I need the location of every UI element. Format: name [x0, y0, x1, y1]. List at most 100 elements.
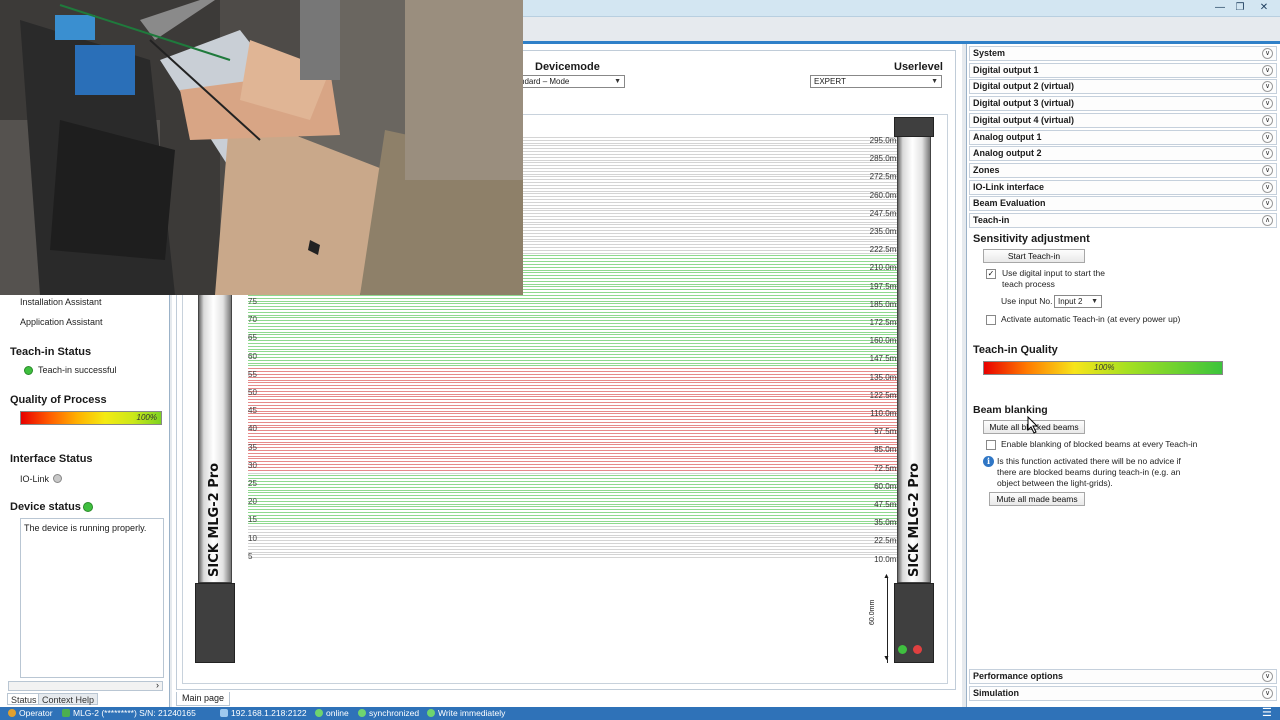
- application-assistant-link[interactable]: Application Assistant: [20, 317, 103, 327]
- chevron-down-icon[interactable]: ∨: [1262, 64, 1273, 76]
- chevron-down-icon[interactable]: ∨: [1262, 198, 1273, 210]
- info-icon: i: [983, 456, 994, 467]
- beam-line: [248, 435, 904, 437]
- status-user-text: Operator: [19, 708, 53, 718]
- beam-line: [248, 500, 904, 502]
- input-number-select[interactable]: Input 2 ▼: [1054, 295, 1102, 308]
- beam-line: [248, 466, 904, 468]
- section-analog-output-1[interactable]: Analog output 1 ∨: [969, 129, 1277, 145]
- beam-line: [248, 348, 904, 350]
- section-label: Digital output 1: [973, 64, 1039, 75]
- beam-line: [248, 371, 904, 373]
- beam-height-label: 35.0mm: [874, 518, 903, 528]
- minimize-icon[interactable]: —: [1213, 2, 1227, 14]
- beam-line: [248, 461, 904, 463]
- tab-context-help[interactable]: Context Help: [38, 693, 99, 705]
- chevron-down-icon[interactable]: ∨: [1262, 98, 1273, 110]
- enable-blanking-checkbox[interactable]: [986, 440, 996, 450]
- teachin-quality-value: 100%: [1094, 363, 1115, 372]
- tab-main-page[interactable]: Main page: [176, 692, 231, 706]
- section-system[interactable]: System ∨: [969, 46, 1277, 61]
- beam-line: [248, 548, 904, 550]
- installation-assistant-link[interactable]: Installation Assistant: [20, 297, 102, 307]
- restore-icon[interactable]: ❐: [1233, 2, 1247, 14]
- section-teach-in[interactable]: Teach-in ∧: [969, 213, 1277, 228]
- beam-height-label: 135.0mm: [869, 372, 903, 382]
- chevron-right-icon[interactable]: ›: [156, 680, 159, 690]
- chevron-down-icon[interactable]: ∨: [1262, 688, 1273, 699]
- section-label: System: [973, 48, 1006, 58]
- beam-number: 50: [248, 388, 257, 397]
- beam-blanking-title: Beam blanking: [973, 404, 1048, 416]
- section-simulation[interactable]: Simulation ∨: [969, 686, 1277, 701]
- chevron-down-icon[interactable]: ∨: [1262, 164, 1273, 176]
- beam-height-label: 222.5mm: [869, 245, 903, 255]
- beam-line: [248, 410, 904, 412]
- beam-line: [248, 489, 904, 491]
- close-icon[interactable]: ✕: [1257, 2, 1271, 14]
- device-status-message: The device is running properly.: [20, 518, 164, 678]
- beam-line: [248, 438, 904, 440]
- beam-number: 15: [248, 515, 257, 525]
- beam-line: [248, 340, 904, 342]
- status-address-text: 192.168.1.218:2122: [231, 708, 307, 718]
- beam-number: 55: [248, 369, 257, 379]
- beam-line: [248, 303, 904, 305]
- chevron-up-icon[interactable]: ∧: [1262, 215, 1273, 226]
- beam-line: [248, 450, 904, 452]
- chevron-down-icon[interactable]: ∨: [1262, 148, 1273, 160]
- chevron-down-icon: ▼: [931, 78, 938, 85]
- receiver-status-led-icon: [898, 645, 907, 654]
- status-online-text: online: [326, 708, 349, 718]
- teachin-quality-bar: 100%: [983, 361, 1223, 375]
- beam-line: [248, 492, 904, 494]
- beam-line: [248, 421, 904, 423]
- write-icon: [427, 709, 435, 717]
- section-performance-options[interactable]: Performance options ∨: [969, 669, 1277, 684]
- menu-icon[interactable]: ☰: [1262, 707, 1272, 720]
- beam-line: [248, 320, 904, 322]
- dimension-line: [887, 578, 888, 663]
- beam-height-label: 122.5mm: [869, 390, 903, 400]
- beam-line: [248, 309, 904, 311]
- use-digital-input-checkbox[interactable]: ✓: [986, 269, 996, 279]
- receiver-pole-top: [894, 117, 934, 137]
- left-panel-scrollbar[interactable]: ›: [8, 680, 163, 691]
- start-teachin-button[interactable]: Start Teach-in: [983, 249, 1085, 263]
- section-beam-evaluation[interactable]: Beam Evaluation ∨: [969, 196, 1277, 212]
- section-digital-output-2-virtual[interactable]: Digital output 2 (virtual) ∨: [969, 79, 1277, 95]
- section-io-link-interface[interactable]: IO-Link interface ∨: [969, 179, 1277, 195]
- beam-height-label: 247.5mm: [869, 208, 903, 218]
- section-digital-output-3-virtual[interactable]: Digital output 3 (virtual) ∨: [969, 96, 1277, 112]
- section-zones[interactable]: Zones ∨: [969, 162, 1277, 178]
- chevron-down-icon[interactable]: ∨: [1262, 131, 1273, 143]
- chevron-down-icon: ▼: [1091, 298, 1098, 305]
- beam-line: [248, 334, 904, 336]
- beam-line: [248, 540, 904, 542]
- chevron-down-icon[interactable]: ∨: [1262, 181, 1273, 193]
- auto-teachin-checkbox[interactable]: [986, 315, 996, 325]
- chevron-down-icon[interactable]: ∨: [1262, 671, 1273, 682]
- beam-line: [248, 356, 904, 358]
- beam-number: 35: [248, 442, 257, 452]
- section-digital-output-4-virtual[interactable]: Digital output 4 (virtual) ∨: [969, 112, 1277, 128]
- chevron-down-icon[interactable]: ∨: [1262, 114, 1273, 126]
- tab-status[interactable]: Status: [7, 693, 41, 705]
- beam-line: [248, 495, 904, 497]
- userlevel-select[interactable]: EXPERT ▼: [810, 75, 942, 88]
- section-label: Analog output 1: [973, 131, 1042, 142]
- section-analog-output-2[interactable]: Analog output 2 ∨: [969, 146, 1277, 162]
- chevron-down-icon[interactable]: ∨: [1262, 81, 1273, 93]
- chevron-down-icon[interactable]: ∨: [1262, 48, 1273, 59]
- enable-blanking-label: Enable blanking of blocked beams at ever…: [1001, 439, 1198, 449]
- beam-line: [248, 306, 904, 308]
- beam-line: [248, 430, 904, 432]
- beam-line: [248, 325, 904, 327]
- mute-made-beams-button[interactable]: Mute all made beams: [989, 492, 1085, 506]
- beam-line: [248, 323, 904, 325]
- beam-line: [248, 404, 904, 406]
- beam-line: [248, 497, 904, 499]
- section-digital-output-1[interactable]: Digital output 1 ∨: [969, 62, 1277, 78]
- beam-line: [248, 416, 904, 418]
- right-parameter-panel: System ∨ Digital output 1 ∨ Digital output 2…: [966, 44, 1280, 707]
